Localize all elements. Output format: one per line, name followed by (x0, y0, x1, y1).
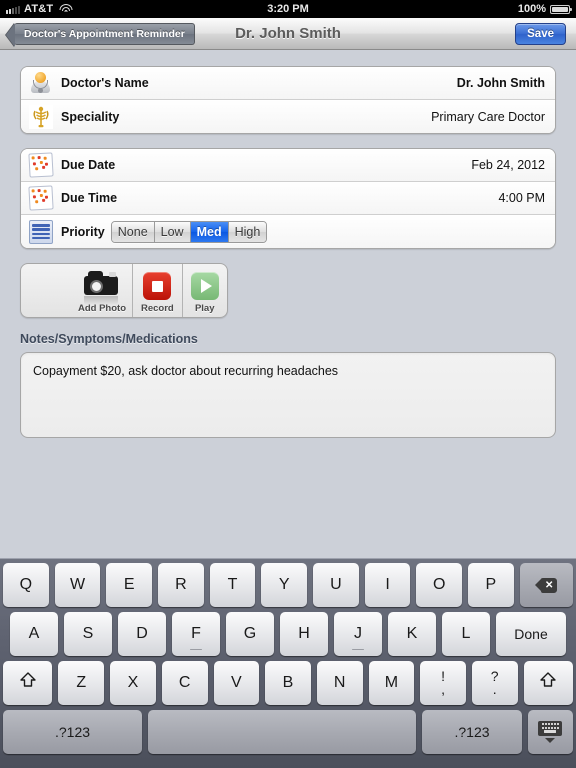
key-q[interactable]: Q (3, 563, 49, 607)
doctors-name-label: Doctor's Name (61, 76, 149, 90)
shift-icon (18, 671, 38, 696)
status-bar: AT&T 3:20 PM 100% (0, 0, 576, 18)
priority-stripes-icon (29, 219, 53, 244)
navigation-bar: Doctor's Appointment Reminder Dr. John S… (0, 18, 576, 50)
keyboard-row-2: A S D F G H J K L Done (3, 612, 573, 656)
doctors-name-value[interactable]: Dr. John Smith (457, 76, 545, 90)
key-l[interactable]: L (442, 612, 490, 656)
row-priority: Priority None Low Med High (21, 215, 555, 248)
key-i[interactable]: I (364, 563, 411, 607)
space-key[interactable] (148, 710, 417, 754)
key-b[interactable]: B (265, 661, 311, 705)
key-a[interactable]: A (10, 612, 58, 656)
battery-full-icon (550, 4, 572, 14)
keyboard-row-1: Q W E R T Y U I O P ✕ (3, 563, 573, 607)
battery-percent-label: 100% (517, 3, 546, 15)
caduceus-icon (29, 104, 53, 129)
due-time-value[interactable]: 4:00 PM (498, 191, 545, 205)
key-comma-label: , (441, 681, 445, 697)
speciality-label: Speciality (61, 109, 120, 124)
priority-option-low[interactable]: Low (154, 221, 191, 242)
doctor-avatar-icon (29, 71, 53, 95)
calendar-icon (28, 152, 54, 178)
doctor-info-group: Doctor's Name Dr. John Smith Speciality … (20, 66, 556, 134)
key-p[interactable]: P (468, 563, 514, 607)
key-j[interactable]: J (334, 612, 382, 656)
camera-icon (84, 271, 118, 305)
save-button[interactable]: Save (515, 22, 566, 45)
priority-label: Priority (61, 224, 105, 239)
notes-section-label: Notes/Symptoms/Medications (20, 332, 198, 346)
key-x[interactable]: X (110, 661, 156, 705)
add-photo-button[interactable]: Add Photo (21, 264, 133, 317)
key-r[interactable]: R (158, 563, 204, 607)
play-icon (190, 272, 219, 300)
key-h[interactable]: H (280, 612, 328, 656)
numeric-key-left[interactable]: .?123 (3, 710, 143, 754)
status-bar-right: 100% (517, 3, 572, 15)
hide-keyboard-key[interactable] (527, 710, 573, 754)
key-t[interactable]: T (209, 563, 256, 607)
status-bar-clock: 3:20 PM (267, 3, 309, 15)
save-button-label: Save (527, 27, 554, 40)
key-f[interactable]: F (172, 612, 220, 656)
form-content: Doctor's Name Dr. John Smith Speciality … (0, 50, 576, 554)
schedule-group: Due Date Feb 24, 2012 Due Time 4:00 PM P… (20, 148, 556, 249)
key-exclamation-comma[interactable]: ! , (420, 661, 466, 705)
priority-segmented-control[interactable]: None Low Med High (110, 220, 268, 243)
key-u[interactable]: U (313, 563, 359, 607)
ipad-screen: AT&T 3:20 PM 100% Doctor's Appointment R… (0, 0, 576, 768)
key-d[interactable]: D (118, 612, 166, 656)
media-button-bar: Add Photo Record Play (20, 263, 228, 318)
numeric-key-right[interactable]: .?123 (422, 710, 522, 754)
play-label: Play (194, 303, 215, 314)
notes-textarea[interactable]: Copayment $20, ask doctor about recurrin… (20, 352, 556, 438)
key-question-period[interactable]: ? . (471, 661, 518, 705)
due-time-label: Due Time (61, 191, 118, 205)
back-button-label: Doctor's Appointment Reminder (24, 27, 185, 40)
key-z[interactable]: Z (58, 661, 105, 705)
key-s[interactable]: S (64, 612, 112, 656)
key-o[interactable]: O (416, 563, 463, 607)
key-w[interactable]: W (54, 563, 101, 607)
key-k[interactable]: K (388, 612, 436, 656)
due-date-value[interactable]: Feb 24, 2012 (471, 158, 545, 172)
keyboard-row-4: .?123 .?123 (3, 710, 573, 754)
shift-key-left[interactable] (3, 661, 53, 705)
backspace-icon: ✕ (535, 577, 558, 593)
delete-key[interactable]: ✕ (519, 563, 573, 607)
key-y[interactable]: Y (261, 563, 308, 607)
shift-icon (538, 671, 558, 696)
key-m[interactable]: M (368, 661, 415, 705)
key-v[interactable]: V (213, 661, 260, 705)
row-speciality[interactable]: Speciality Primary Care Doctor (21, 100, 555, 133)
key-g[interactable]: G (226, 612, 274, 656)
priority-option-none[interactable]: None (111, 221, 155, 242)
due-date-label: Due Date (61, 158, 116, 172)
row-doctors-name[interactable]: Doctor's Name Dr. John Smith (21, 67, 555, 100)
row-due-date[interactable]: Due Date Feb 24, 2012 (21, 149, 555, 182)
priority-option-med[interactable]: Med (190, 221, 229, 242)
record-button[interactable]: Record (133, 264, 183, 317)
priority-option-high[interactable]: High (228, 221, 267, 242)
shift-key-right[interactable] (523, 661, 574, 705)
speciality-value[interactable]: Primary Care Doctor (431, 110, 545, 124)
record-stop-icon (143, 272, 172, 300)
onscreen-keyboard: Q W E R T Y U I O P ✕ A S D F G H J K L (0, 558, 576, 768)
row-due-time[interactable]: Due Time 4:00 PM (21, 182, 555, 215)
key-c[interactable]: C (161, 661, 208, 705)
record-label: Record (141, 303, 174, 314)
keyboard-row-3: Z X C V B N M ! , ? . (3, 661, 574, 705)
hide-keyboard-icon (537, 721, 563, 743)
calendar-icon (28, 185, 54, 211)
back-button[interactable]: Doctor's Appointment Reminder (14, 22, 195, 45)
key-period-label: . (492, 681, 497, 697)
done-key[interactable]: Done (496, 612, 566, 656)
key-n[interactable]: N (316, 661, 363, 705)
play-button[interactable]: Play (183, 264, 227, 317)
key-e[interactable]: E (106, 563, 153, 607)
